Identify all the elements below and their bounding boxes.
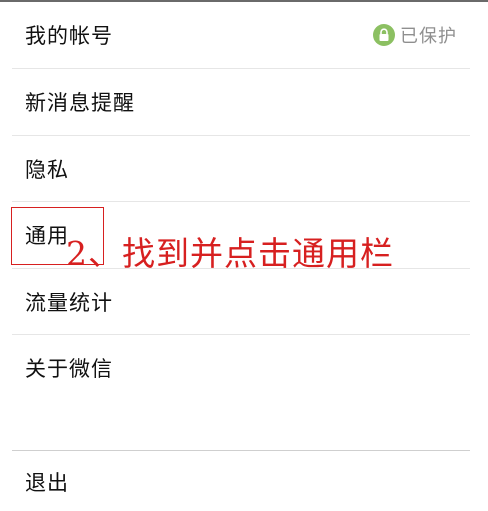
settings-item-privacy[interactable]: 隐私 — [0, 136, 488, 202]
section-divider — [12, 450, 470, 451]
settings-item-label: 我的帐号 — [25, 24, 113, 48]
protected-status-text: 已保护 — [400, 26, 457, 47]
settings-item-label: 新消息提醒 — [25, 91, 135, 115]
settings-item-about-wechat[interactable]: 关于微信 — [0, 335, 488, 401]
settings-item-label: 流量统计 — [25, 291, 113, 315]
settings-item-data-usage[interactable]: 流量统计 — [0, 269, 488, 335]
settings-item-new-message-notification[interactable]: 新消息提醒 — [0, 69, 488, 135]
logout-label: 退出 — [25, 471, 69, 495]
settings-item-label: 关于微信 — [25, 357, 113, 381]
logout-button[interactable]: 退出 — [0, 453, 488, 511]
settings-item-label: 隐私 — [25, 158, 69, 182]
settings-item-my-account[interactable]: 我的帐号 已保护 — [0, 2, 488, 68]
annotation-instruction-text: 2、找到并点击通用栏 — [66, 234, 394, 273]
account-protected-status: 已保护 — [373, 22, 457, 48]
lock-icon — [373, 24, 395, 46]
